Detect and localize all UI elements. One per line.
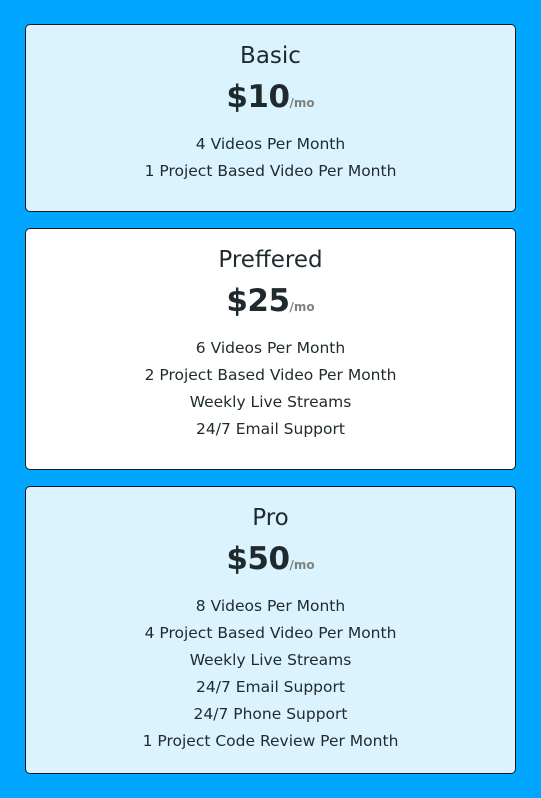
- plan-name: Pro: [252, 505, 289, 531]
- plan-price: $10: [226, 79, 290, 115]
- price-period: /mo: [289, 300, 315, 314]
- feature-item: 1 Project Code Review Per Month: [142, 732, 399, 750]
- feature-item: 24/7 Phone Support: [193, 705, 348, 723]
- plan-price: $50: [226, 541, 290, 577]
- price-row: $25/mo: [26, 282, 515, 320]
- feature-item: Weekly Live Streams: [189, 393, 352, 411]
- feature-item: 1 Project Based Video Per Month: [144, 162, 397, 180]
- feature-item: 4 Project Based Video Per Month: [144, 624, 397, 642]
- feature-item: Weekly Live Streams: [189, 651, 352, 669]
- price-row: $50/mo: [26, 540, 515, 578]
- plan-card-preferred[interactable]: Preffered $25/mo 6 Videos Per Month 2 Pr…: [25, 228, 516, 470]
- feature-item: 4 Videos Per Month: [195, 135, 346, 153]
- plan-card-basic[interactable]: Basic $10/mo 4 Videos Per Month 1 Projec…: [25, 24, 516, 212]
- plan-name: Preffered: [218, 247, 323, 273]
- feature-list: 8 Videos Per Month 4 Project Based Video…: [26, 593, 515, 755]
- price-row: $10/mo: [26, 78, 515, 116]
- feature-item: 24/7 Email Support: [196, 678, 345, 696]
- feature-item: 8 Videos Per Month: [195, 597, 346, 615]
- feature-list: 4 Videos Per Month 1 Project Based Video…: [26, 131, 515, 185]
- feature-item: 6 Videos Per Month: [195, 339, 346, 357]
- feature-list: 6 Videos Per Month 2 Project Based Video…: [26, 335, 515, 443]
- feature-item: 2 Project Based Video Per Month: [144, 366, 397, 384]
- plan-price: $25: [226, 283, 290, 319]
- plan-name: Basic: [240, 43, 301, 69]
- feature-item: 24/7 Email Support: [196, 420, 345, 438]
- price-period: /mo: [289, 96, 315, 110]
- plan-card-pro[interactable]: Pro $50/mo 8 Videos Per Month 4 Project …: [25, 486, 516, 774]
- price-period: /mo: [289, 558, 315, 572]
